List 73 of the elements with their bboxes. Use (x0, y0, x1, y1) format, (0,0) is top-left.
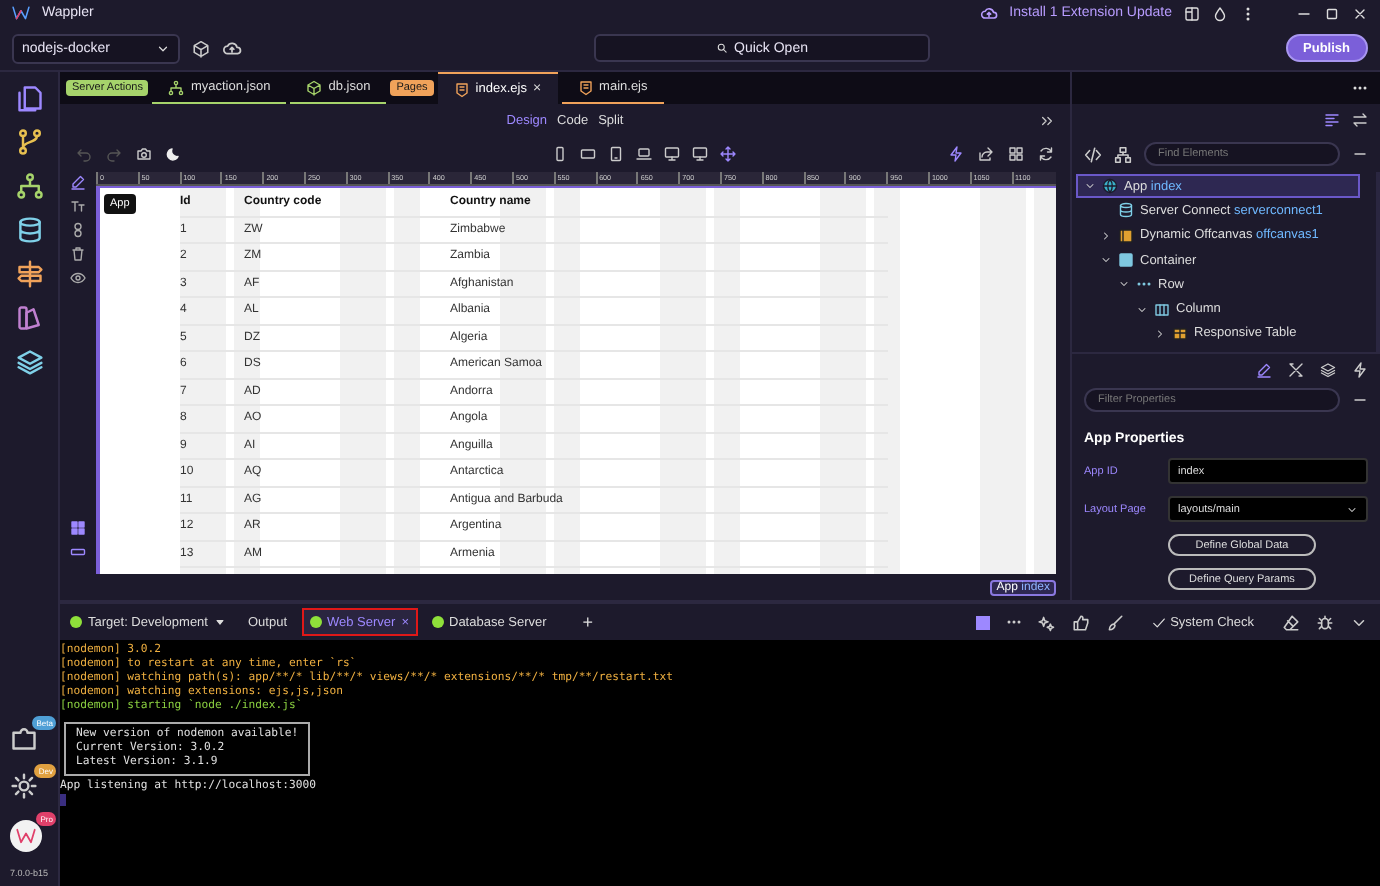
list-icon[interactable] (1324, 112, 1340, 128)
panel-icon (1118, 227, 1134, 244)
signpost-icon[interactable] (15, 260, 43, 288)
gear-icon[interactable] (10, 772, 39, 800)
close-icon[interactable] (1352, 5, 1368, 21)
refresh-icon[interactable] (1038, 146, 1054, 162)
database-icon[interactable] (15, 216, 43, 244)
drop-icon[interactable] (1212, 5, 1228, 21)
edit-icon[interactable] (1256, 361, 1272, 377)
bar-icon[interactable] (70, 544, 86, 560)
move-icon[interactable] (720, 146, 736, 162)
camera-icon[interactable] (136, 146, 152, 162)
text-icon[interactable] (70, 198, 86, 214)
app-logo-icon[interactable] (10, 820, 43, 852)
cube-icon[interactable] (192, 39, 210, 57)
expand-icon[interactable] (1040, 113, 1054, 127)
desktop-icon[interactable] (692, 146, 708, 162)
tablet-icon[interactable] (608, 146, 624, 162)
layers-icon[interactable] (1320, 361, 1336, 377)
page-icon (453, 81, 470, 97)
chevron-down-icon (1346, 503, 1358, 515)
bug-icon[interactable] (1316, 613, 1334, 631)
tools-icon[interactable] (1288, 361, 1304, 377)
page-icon (577, 79, 594, 95)
text-cursor (60, 794, 66, 806)
caret-icon (213, 616, 226, 628)
layout-icon[interactable] (1184, 5, 1200, 21)
sparkle-icon[interactable] (1038, 613, 1057, 631)
sitemap-icon[interactable] (1114, 145, 1132, 163)
share-icon[interactable] (978, 146, 994, 162)
container-icon (1118, 252, 1134, 269)
flow-icon (168, 79, 185, 95)
edit-icon[interactable] (70, 174, 86, 190)
grid-icon[interactable] (70, 520, 86, 536)
laptop-icon[interactable] (636, 146, 652, 162)
tablet-landscape-icon[interactable] (580, 146, 596, 162)
chevron-right-icon[interactable] (1154, 327, 1166, 340)
bolt-icon[interactable] (1352, 361, 1368, 377)
table-icon (1172, 325, 1188, 342)
check-icon (1152, 615, 1167, 629)
globe-icon (1102, 178, 1118, 195)
eraser-icon[interactable] (1282, 613, 1300, 631)
chevron-down-icon[interactable] (1084, 180, 1096, 193)
brush-icon[interactable] (1106, 613, 1125, 631)
design-canvas[interactable] (96, 186, 1056, 574)
branch-icon[interactable] (15, 128, 43, 156)
code-icon[interactable] (1084, 145, 1102, 163)
cloud-download-icon[interactable] (979, 4, 998, 22)
app-logo-icon (12, 4, 30, 22)
maximize-icon[interactable] (1324, 5, 1340, 21)
search-icon (716, 42, 729, 54)
cloud-upload-icon[interactable] (222, 38, 242, 58)
blocks-icon[interactable] (1008, 146, 1024, 162)
monitor-icon[interactable] (664, 146, 680, 162)
columns-icon (1154, 301, 1170, 318)
swap-icon[interactable] (1352, 112, 1368, 128)
link-icon[interactable] (70, 222, 86, 238)
chevron-right-icon[interactable] (1100, 229, 1112, 242)
layers-icon[interactable] (15, 348, 43, 376)
stop-icon[interactable] (976, 615, 991, 629)
files-icon[interactable] (15, 84, 43, 112)
palette-icon[interactable] (15, 304, 43, 332)
trash-icon[interactable] (70, 246, 86, 262)
moon-icon[interactable] (166, 146, 182, 162)
cube-icon (306, 79, 323, 95)
eye-icon[interactable] (70, 270, 86, 286)
flow-icon[interactable] (15, 172, 43, 200)
database-icon (1118, 202, 1134, 219)
chevron-down-icon (156, 41, 170, 55)
thumbs-up-icon[interactable] (1072, 613, 1091, 631)
bolt-icon[interactable] (948, 146, 964, 162)
phone-icon[interactable] (552, 146, 568, 162)
add-tab-button[interactable]: + (570, 610, 606, 634)
